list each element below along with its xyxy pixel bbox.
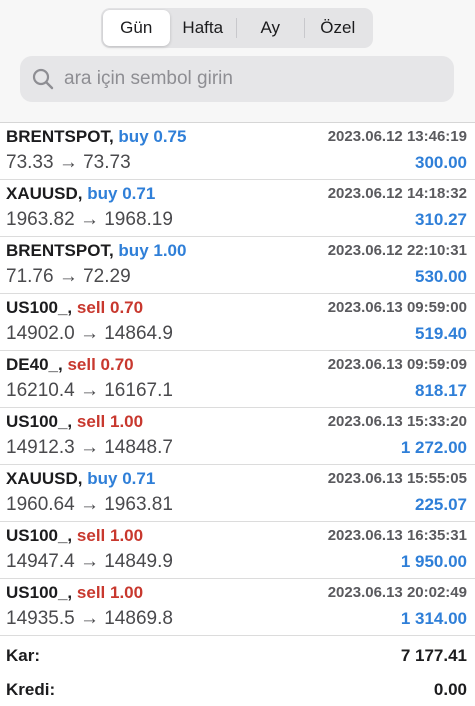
deal-row[interactable]: US100_, sell 1.00 2023.06.13 15:33:20 14… bbox=[0, 408, 475, 465]
period-segmented-control: Gün Hafta Ay Özel bbox=[101, 8, 373, 48]
summary-section: Kar: 7 177.41 Kredi: 0.00 bbox=[0, 638, 475, 706]
deal-prices: 14902.0 → 14864.9 bbox=[6, 323, 173, 344]
deal-prices: 14912.3 → 14848.7 bbox=[6, 437, 173, 458]
deal-row[interactable]: XAUUSD, buy 0.71 2023.06.13 15:55:05 196… bbox=[0, 465, 475, 522]
deal-symbol: US100_, bbox=[6, 526, 73, 545]
deal-symbol: BRENTSPOT, bbox=[6, 241, 114, 260]
deal-profit: 225.07 bbox=[415, 495, 467, 514]
deal-title: BRENTSPOT, buy 1.00 bbox=[6, 241, 186, 261]
header-area: Gün Hafta Ay Özel bbox=[0, 0, 475, 123]
deal-profit: 1 272.00 bbox=[400, 438, 467, 457]
deal-prices: 1963.82 → 1968.19 bbox=[6, 209, 173, 230]
deal-title: DE40_, sell 0.70 bbox=[6, 355, 134, 375]
deal-time: 2023.06.13 15:33:20 bbox=[327, 413, 467, 430]
summary-label: Kar: bbox=[6, 646, 41, 665]
summary-value: 0.00 bbox=[433, 680, 467, 699]
summary-label: Kredi: bbox=[6, 680, 56, 699]
deal-side: buy 0.71 bbox=[87, 184, 156, 203]
deal-profit: 1 314.00 bbox=[400, 609, 467, 628]
deal-time: 2023.06.13 16:35:31 bbox=[327, 527, 467, 544]
deal-side: sell 1.00 bbox=[76, 526, 144, 545]
deal-title: US100_, sell 0.70 bbox=[6, 298, 143, 318]
deal-title: XAUUSD, buy 0.71 bbox=[6, 184, 155, 204]
deal-profit: 818.17 bbox=[415, 381, 467, 400]
deal-row[interactable]: XAUUSD, buy 0.71 2023.06.12 14:18:32 196… bbox=[0, 180, 475, 237]
deal-profit: 300.00 bbox=[415, 153, 467, 172]
deal-prices: 1960.64 → 1963.81 bbox=[6, 494, 173, 515]
deal-time: 2023.06.13 09:59:00 bbox=[327, 299, 467, 316]
deal-symbol: XAUUSD, bbox=[6, 469, 83, 488]
summary-row-profit: Kar: 7 177.41 bbox=[0, 638, 475, 672]
deal-side: buy 1.00 bbox=[118, 241, 187, 260]
deal-title: US100_, sell 1.00 bbox=[6, 412, 143, 432]
deal-time: 2023.06.13 15:55:05 bbox=[327, 470, 467, 487]
deal-row[interactable]: US100_, sell 0.70 2023.06.13 09:59:00 14… bbox=[0, 294, 475, 351]
deal-time: 2023.06.12 13:46:19 bbox=[327, 128, 467, 145]
deal-prices: 16210.4 → 16167.1 bbox=[6, 380, 173, 401]
tab-month[interactable]: Ay bbox=[237, 10, 304, 46]
deal-symbol: US100_, bbox=[6, 583, 73, 602]
deal-row[interactable]: BRENTSPOT, buy 1.00 2023.06.12 22:10:31 … bbox=[0, 237, 475, 294]
deal-side: sell 1.00 bbox=[76, 412, 144, 431]
search-input[interactable] bbox=[62, 67, 446, 91]
deal-prices: 73.33 → 73.73 bbox=[6, 152, 131, 173]
tab-week[interactable]: Hafta bbox=[170, 10, 237, 46]
deal-side: sell 0.70 bbox=[76, 298, 144, 317]
deal-title: BRENTSPOT, buy 0.75 bbox=[6, 127, 186, 147]
deal-row[interactable]: DE40_, sell 0.70 2023.06.13 09:59:09 162… bbox=[0, 351, 475, 408]
deal-symbol: US100_, bbox=[6, 412, 73, 431]
tab-day[interactable]: Gün bbox=[103, 10, 170, 46]
deal-time: 2023.06.12 22:10:31 bbox=[327, 242, 467, 259]
search-icon bbox=[30, 66, 56, 92]
deal-prices: 71.76 → 72.29 bbox=[6, 266, 131, 287]
deal-time: 2023.06.13 20:02:49 bbox=[327, 584, 467, 601]
deal-side: sell 1.00 bbox=[76, 583, 144, 602]
tab-custom[interactable]: Özel bbox=[305, 10, 372, 46]
summary-row-credit: Kredi: 0.00 bbox=[0, 672, 475, 706]
deal-profit: 519.40 bbox=[415, 324, 467, 343]
summary-value: 7 177.41 bbox=[400, 646, 467, 665]
deal-symbol: XAUUSD, bbox=[6, 184, 83, 203]
deal-list: BRENTSPOT, buy 0.75 2023.06.12 13:46:19 … bbox=[0, 123, 475, 636]
deal-side: buy 0.75 bbox=[118, 127, 187, 146]
deal-time: 2023.06.13 09:59:09 bbox=[327, 356, 467, 373]
deal-prices: 14935.5 → 14869.8 bbox=[6, 608, 173, 629]
deal-time: 2023.06.12 14:18:32 bbox=[327, 185, 467, 202]
deal-symbol: BRENTSPOT, bbox=[6, 127, 114, 146]
deal-prices: 14947.4 → 14849.9 bbox=[6, 551, 173, 572]
deal-symbol: DE40_, bbox=[6, 355, 63, 374]
deal-row[interactable]: US100_, sell 1.00 2023.06.13 16:35:31 14… bbox=[0, 522, 475, 579]
deal-title: XAUUSD, buy 0.71 bbox=[6, 469, 155, 489]
deal-title: US100_, sell 1.00 bbox=[6, 526, 143, 546]
deal-row[interactable]: US100_, sell 1.00 2023.06.13 20:02:49 14… bbox=[0, 579, 475, 636]
deal-profit: 310.27 bbox=[415, 210, 467, 229]
deal-row[interactable]: BRENTSPOT, buy 0.75 2023.06.12 13:46:19 … bbox=[0, 123, 475, 180]
deal-side: sell 0.70 bbox=[67, 355, 134, 374]
deal-profit: 530.00 bbox=[415, 267, 467, 286]
deal-side: buy 0.71 bbox=[87, 469, 156, 488]
search-bar[interactable] bbox=[20, 56, 454, 102]
deal-title: US100_, sell 1.00 bbox=[6, 583, 143, 603]
deal-profit: 1 950.00 bbox=[400, 552, 467, 571]
deal-symbol: US100_, bbox=[6, 298, 73, 317]
